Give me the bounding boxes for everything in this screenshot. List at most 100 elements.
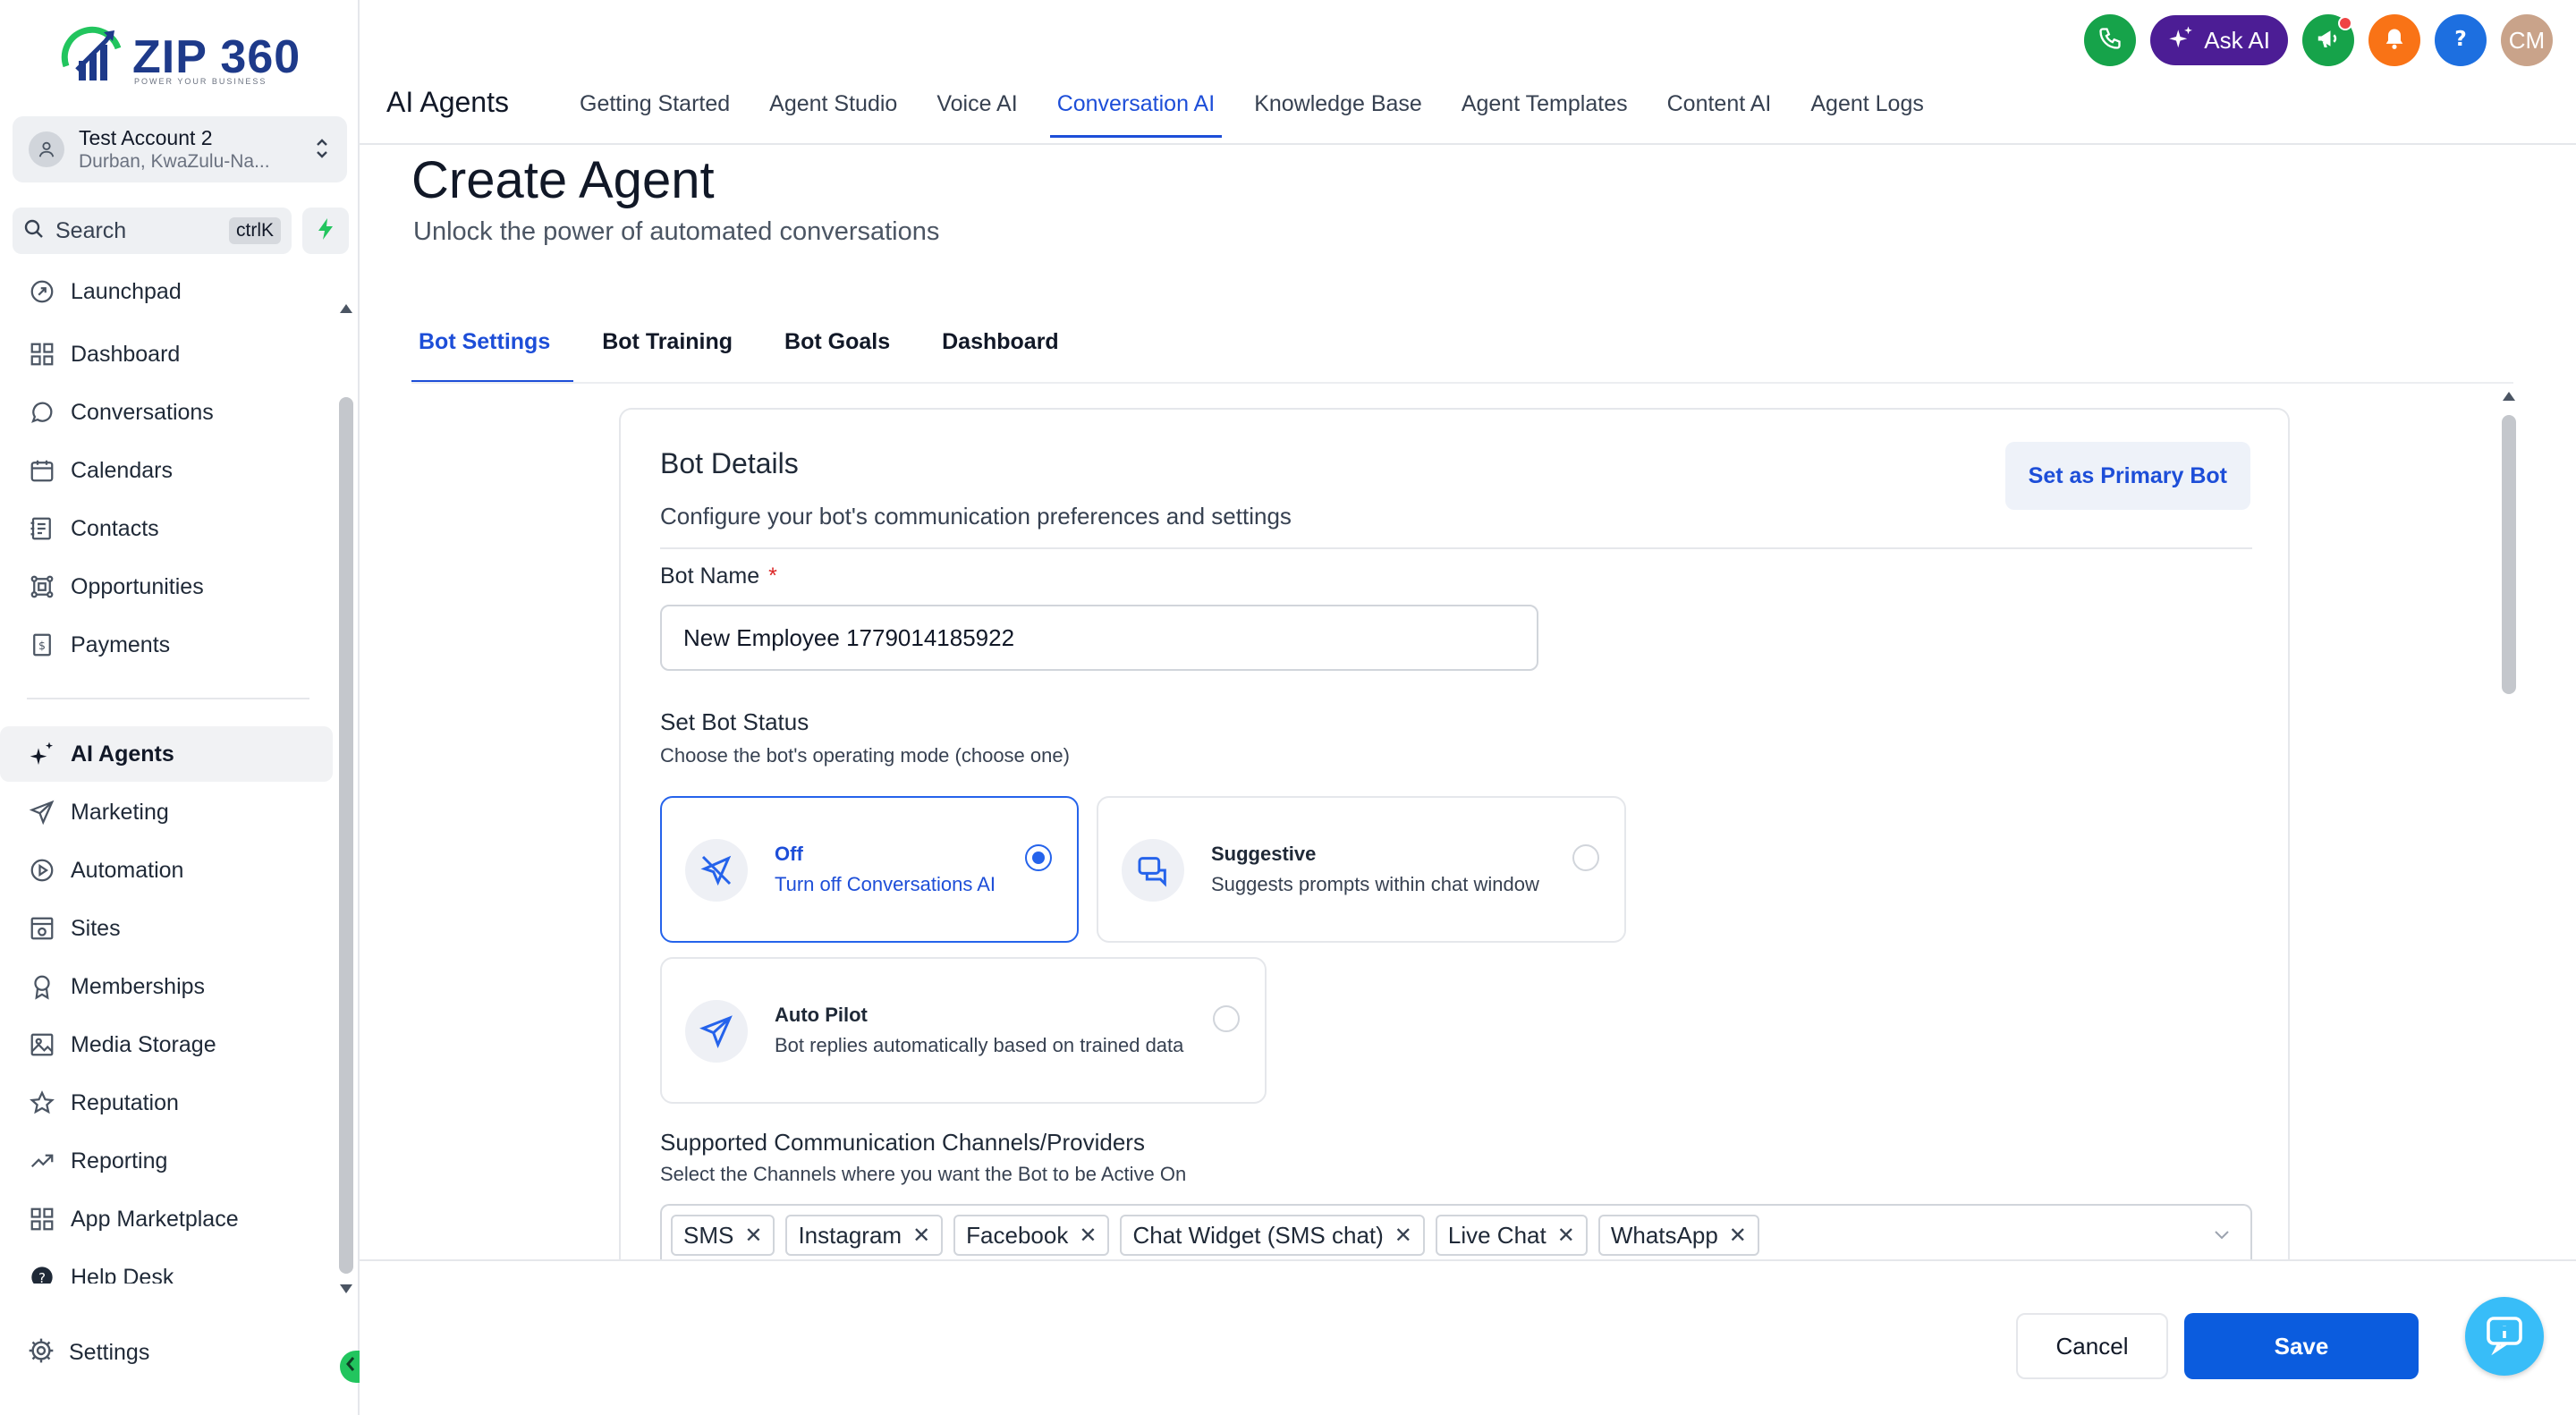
account-switcher[interactable]: Test Account 2 Durban, KwaZulu-Na... <box>13 116 347 182</box>
sidebar-item-launchpad[interactable]: Launchpad <box>0 268 333 319</box>
close-icon[interactable]: ✕ <box>1394 1223 1412 1249</box>
tab-bot-goals[interactable]: Bot Goals <box>777 317 913 383</box>
bot-status-subtitle: Choose the bot's operating mode (choose … <box>660 744 1070 767</box>
main-scroll-up-icon[interactable] <box>2501 388 2517 409</box>
sidebar-item-label: Payments <box>71 631 171 657</box>
tab-getting-started[interactable]: Getting Started <box>560 80 750 141</box>
collapse-sidebar-button[interactable] <box>340 1351 361 1383</box>
sidebar-item-label: Calendars <box>71 457 173 483</box>
sidebar-item-label: Conversations <box>71 399 214 425</box>
tab-agent-templates[interactable]: Agent Templates <box>1442 80 1648 141</box>
phone-button[interactable] <box>2084 14 2137 66</box>
close-icon[interactable]: ✕ <box>1557 1223 1575 1249</box>
tab-bot-training[interactable]: Bot Training <box>595 317 756 383</box>
sidebar-item-media-storage[interactable]: Media Storage <box>0 1017 333 1072</box>
tab-bot-settings[interactable]: Bot Settings <box>411 317 574 383</box>
apps-icon <box>27 1204 57 1234</box>
sidebar-nav: Launchpad Dashboard Conversations Calend… <box>0 268 340 1284</box>
card-divider <box>660 547 2252 549</box>
announcements-button[interactable] <box>2302 14 2354 66</box>
help-button[interactable]: ? <box>2435 14 2487 66</box>
tag-label: Chat Widget (SMS chat) <box>1132 1221 1384 1249</box>
card-title: Bot Details <box>660 447 799 479</box>
chevron-updown-icon <box>313 136 331 163</box>
header-tabs: Getting Started Agent Studio Voice AI Co… <box>560 80 1944 143</box>
mode-option-off[interactable]: Off Turn off Conversations AI <box>660 796 1079 943</box>
tab-dashboard[interactable]: Dashboard <box>935 317 1082 383</box>
sidebar-item-calendars[interactable]: Calendars <box>0 443 333 498</box>
calendar-icon <box>27 455 57 486</box>
sidebar-item-dashboard[interactable]: Dashboard <box>0 326 333 382</box>
mode-description: Bot replies automatically based on train… <box>775 1034 1184 1056</box>
trend-icon <box>27 1146 57 1176</box>
megaphone-icon <box>2315 25 2342 56</box>
mode-radio-auto-pilot[interactable] <box>1213 1005 1240 1032</box>
sidebar-item-settings[interactable]: Settings <box>27 1336 149 1369</box>
search-input[interactable]: Search ctrlK <box>13 208 292 254</box>
sidebar-item-marketing[interactable]: Marketing <box>0 784 333 840</box>
sidebar-item-memberships[interactable]: Memberships <box>0 959 333 1014</box>
mode-description: Turn off Conversations AI <box>775 873 996 895</box>
chat-icon <box>27 397 57 428</box>
tab-agent-studio[interactable]: Agent Studio <box>750 80 917 141</box>
sidebar-item-ai-agents[interactable]: AI Agents <box>0 726 333 782</box>
close-icon[interactable]: ✕ <box>1079 1223 1097 1249</box>
channel-tags: SMS ✕ Instagram ✕ Facebook ✕ Chat Widget (S… <box>671 1215 1759 1256</box>
question-icon: ? <box>2448 26 2473 55</box>
tab-conversation-ai[interactable]: Conversation AI <box>1038 80 1235 141</box>
cancel-button[interactable]: Cancel <box>2016 1313 2168 1379</box>
tab-knowledge-base[interactable]: Knowledge Base <box>1234 80 1442 141</box>
save-button[interactable]: Save <box>2184 1313 2419 1379</box>
sidebar-item-label: Automation <box>71 857 184 883</box>
close-icon[interactable]: ✕ <box>1729 1223 1747 1249</box>
mode-radio-off[interactable] <box>1025 844 1052 871</box>
sidebar-item-conversations[interactable]: Conversations <box>0 385 333 440</box>
main-scroll-thumb[interactable] <box>2502 415 2516 694</box>
support-chat-button[interactable] <box>2465 1297 2544 1376</box>
search-label: Search <box>55 217 127 243</box>
sidebar-item-payments[interactable]: $ Payments <box>0 617 333 673</box>
sidebar-item-label: Marketing <box>71 799 169 825</box>
sidebar-item-sites[interactable]: Sites <box>0 901 333 956</box>
mode-option-suggestive[interactable]: Suggestive Suggests prompts within chat … <box>1097 796 1626 943</box>
support-chat-icon <box>2483 1313 2526 1360</box>
sidebar-item-app-marketplace[interactable]: App Marketplace <box>0 1191 333 1247</box>
mode-title: Auto Pilot <box>775 1004 868 1026</box>
page-title: Create Agent <box>411 151 715 209</box>
bot-name-input[interactable] <box>660 605 1538 671</box>
channels-subtitle: Select the Channels where you want the B… <box>660 1163 1187 1185</box>
channel-tag-facebook: Facebook ✕ <box>953 1215 1110 1256</box>
sidebar-item-reporting[interactable]: Reporting <box>0 1133 333 1189</box>
sidebar-item-help-desk[interactable]: ? Help Desk <box>0 1250 333 1284</box>
ask-ai-button[interactable]: Ask AI <box>2150 15 2288 65</box>
grid-icon <box>27 339 57 369</box>
tab-content-ai[interactable]: Content AI <box>1648 80 1792 141</box>
sidebar-item-opportunities[interactable]: Opportunities <box>0 559 333 614</box>
user-avatar[interactable]: CM <box>2501 14 2553 66</box>
close-icon[interactable]: ✕ <box>744 1223 762 1249</box>
svg-text:?: ? <box>38 1270 46 1284</box>
form-footer: Cancel Save <box>360 1259 2576 1415</box>
sparkle-icon <box>2168 24 2195 57</box>
mode-radio-suggestive[interactable] <box>1572 844 1599 871</box>
sidebar-item-label: App Marketplace <box>71 1206 239 1232</box>
set-primary-bot-button[interactable]: Set as Primary Bot <box>2004 442 2250 510</box>
sidebar-item-contacts[interactable]: Contacts <box>0 501 333 556</box>
star-icon <box>27 1088 57 1118</box>
tab-agent-logs[interactable]: Agent Logs <box>1791 80 1944 141</box>
sidebar-item-reputation[interactable]: Reputation <box>0 1075 333 1131</box>
required-marker: * <box>768 563 777 589</box>
lightning-icon <box>316 217 335 245</box>
close-icon[interactable]: ✕ <box>912 1223 930 1249</box>
notifications-button[interactable] <box>2368 14 2420 66</box>
paper-plane-icon <box>685 1000 748 1063</box>
mode-option-auto-pilot[interactable]: Auto Pilot Bot replies automatically bas… <box>660 957 1267 1104</box>
contacts-icon <box>27 513 57 544</box>
phone-icon <box>2097 26 2123 55</box>
bot-off-icon <box>685 839 748 902</box>
sidebar-scroll-thumb[interactable] <box>339 397 353 1274</box>
sidebar-item-automation[interactable]: Automation <box>0 843 333 898</box>
quick-action-button[interactable] <box>302 208 349 254</box>
tab-voice-ai[interactable]: Voice AI <box>917 80 1037 141</box>
channel-tag-live-chat: Live Chat ✕ <box>1435 1215 1588 1256</box>
